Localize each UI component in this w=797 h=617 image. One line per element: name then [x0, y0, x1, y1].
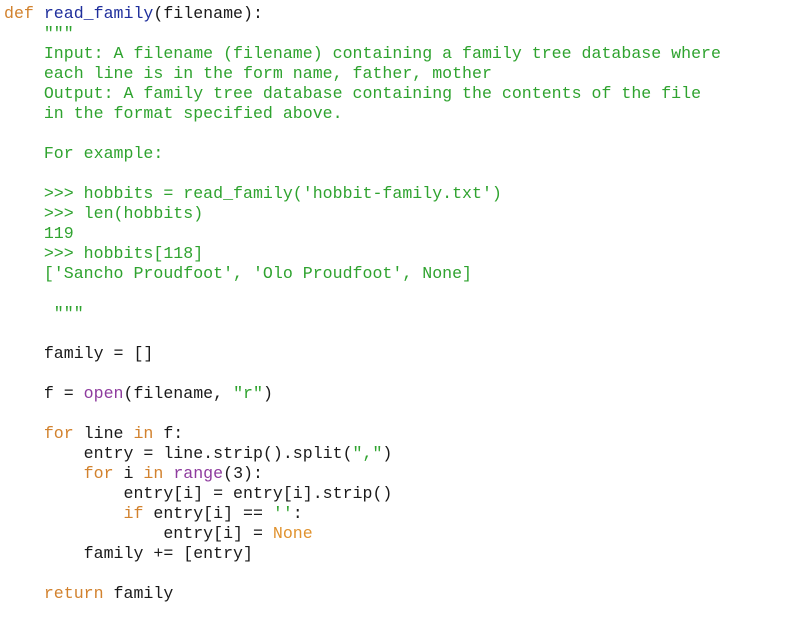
code-line: >>> hobbits[118]	[4, 244, 721, 264]
code-line: family += [entry]	[4, 544, 721, 564]
builtin-token: open	[83, 384, 124, 403]
code-text: (3):	[223, 464, 263, 483]
docstring-token: >>> len(hobbits)	[4, 204, 204, 223]
constant-token: None	[272, 524, 313, 543]
code-line: in the format specified above.	[4, 104, 721, 124]
docstring-token: >>> hobbits[118]	[4, 244, 204, 263]
docstring-token: ['Sancho Proudfoot', 'Olo Proudfoot', No…	[4, 264, 473, 283]
code-text: entry[i] = entry[i].strip()	[4, 484, 393, 503]
code-line: entry[i] = entry[i].strip()	[4, 484, 721, 504]
keyword-token: if	[4, 504, 144, 523]
code-text: i	[113, 464, 144, 483]
code-line: for line in f:	[4, 424, 721, 444]
code-editor[interactable]: def read_family(filename): """ Input: A …	[4, 4, 721, 604]
keyword-token: in	[133, 424, 154, 443]
code-line: if entry[i] == '':	[4, 504, 721, 524]
code-text: family	[103, 584, 174, 603]
code-line: f = open(filename, "r")	[4, 384, 721, 404]
code-text: entry[i] =	[4, 524, 273, 543]
code-text: f =	[4, 384, 84, 403]
code-line: ['Sancho Proudfoot', 'Olo Proudfoot', No…	[4, 264, 721, 284]
docstring-token: >>> hobbits = read_family('hobbit-family…	[4, 184, 502, 203]
code-text: )	[262, 384, 273, 403]
builtin-token: range	[173, 464, 224, 483]
code-line: family = []	[4, 344, 721, 364]
code-line: """	[4, 304, 721, 324]
code-text: family = []	[4, 344, 154, 363]
docstring-token: Output: A family tree database containin…	[4, 84, 702, 103]
code-text: (filename):	[153, 4, 263, 23]
code-line: entry = line.strip().split(",")	[4, 444, 721, 464]
keyword-token: return	[4, 584, 104, 603]
keyword-token: in	[143, 464, 164, 483]
code-line: """	[4, 24, 721, 44]
code-line: Output: A family tree database containin…	[4, 84, 721, 104]
docstring-token: For example:	[4, 144, 164, 163]
string-literal-token: ","	[352, 444, 383, 463]
keyword-token: for	[4, 464, 114, 483]
code-text: entry[i] ==	[143, 504, 273, 523]
code-line: For example:	[4, 144, 721, 164]
code-line: Input: A filename (filename) containing …	[4, 44, 721, 64]
string-literal-token: "r"	[233, 384, 263, 403]
code-text: (filename,	[123, 384, 234, 403]
code-text: entry = line.strip().split(	[4, 444, 353, 463]
keyword-token: def	[4, 4, 34, 23]
code-text: family += [entry]	[4, 544, 253, 563]
function-name-token: read_family	[43, 4, 154, 23]
code-text: line	[73, 424, 134, 443]
code-line: >>> hobbits = read_family('hobbit-family…	[4, 184, 721, 204]
code-line: return family	[4, 584, 721, 604]
code-line: each line is in the form name, father, m…	[4, 64, 721, 84]
code-line: 119	[4, 224, 721, 244]
code-line: def read_family(filename):	[4, 4, 721, 24]
code-line: entry[i] = None	[4, 524, 721, 544]
docstring-token: """	[4, 24, 74, 43]
string-literal-token: ''	[272, 504, 293, 523]
code-text: )	[382, 444, 393, 463]
keyword-token: for	[4, 424, 74, 443]
docstring-token: in the format specified above.	[4, 104, 343, 123]
code-text: f:	[153, 424, 184, 443]
code-line: >>> len(hobbits)	[4, 204, 721, 224]
docstring-token: 119	[4, 224, 74, 243]
code-text: :	[292, 504, 303, 523]
docstring-token: Input: A filename (filename) containing …	[4, 44, 721, 63]
docstring-token: """	[4, 304, 84, 323]
docstring-token: each line is in the form name, father, m…	[4, 64, 492, 83]
code-line: for i in range(3):	[4, 464, 721, 484]
